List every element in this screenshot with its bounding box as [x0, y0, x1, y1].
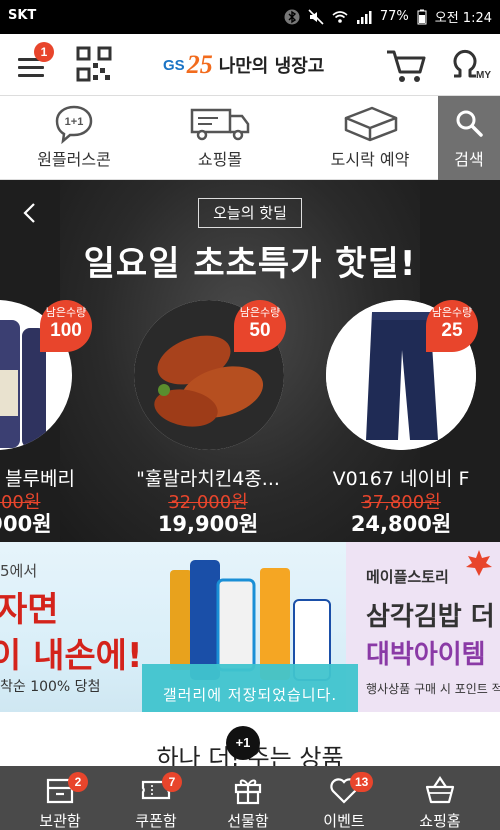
- bluetooth-icon: [284, 9, 300, 24]
- qr-code-button[interactable]: [76, 46, 112, 82]
- bottom-nav-label: 이벤트: [323, 812, 365, 830]
- banner-maplestory[interactable]: 메이플스토리 삼각김밥 더 대박아이템 행사상품 구매 시 포인트 적: [346, 542, 500, 712]
- logo-25: 25: [186, 50, 213, 79]
- product-new-price: 19,900원: [157, 512, 259, 536]
- bottom-nav-gifts[interactable]: 선물함: [198, 766, 298, 830]
- banner-left-line4: 착순 100% 당첨: [0, 679, 101, 695]
- status-icons: 77% 오전 1:24: [284, 7, 492, 26]
- coupons-badge: 7: [162, 772, 182, 792]
- qr-code-icon: [76, 46, 112, 82]
- nav-shopping-mall[interactable]: 쇼핑몰: [168, 96, 272, 180]
- svg-text:1+1: 1+1: [65, 116, 84, 128]
- hot-deal-title: 일요일 초초특가 핫딜!: [83, 244, 417, 284]
- menu-icon-bar: [18, 66, 44, 69]
- nav-lunchbox-reservation[interactable]: 도시락 예약: [318, 96, 422, 180]
- banner-right-line2: 삼각김밥 더: [366, 602, 495, 632]
- nav-label: 원플러스콘: [37, 150, 111, 169]
- cart-icon: [387, 50, 426, 82]
- app-root: SKT 77% 오전 1:24 1 GS 25 나만의 냉장고 MY 1+1 원…: [0, 0, 500, 830]
- bottom-nav-label: 보관함: [39, 812, 81, 830]
- nav-one-plus-con[interactable]: 1+1 원플러스콘: [22, 96, 126, 180]
- nav-label: 쇼핑몰: [197, 150, 243, 169]
- banner-left-line2: 자면: [0, 590, 59, 630]
- banner-right-line1: 메이플스토리: [366, 568, 449, 586]
- storage-badge: 2: [68, 772, 88, 792]
- status-bar: SKT 77% 오전 1:24: [0, 0, 500, 34]
- shopping-basket-icon: [425, 776, 455, 804]
- banner-right-line4: 행사상품 구매 시 포인트 적: [366, 682, 500, 696]
- quick-nav: 1+1 원플러스콘 쇼핑몰 도시락 예약: [0, 96, 500, 180]
- search-icon: [456, 110, 483, 137]
- cart-button[interactable]: [384, 46, 428, 84]
- carrier-label: SKT: [8, 8, 37, 23]
- bottom-nav-coupons[interactable]: 7 쿠폰함: [106, 766, 206, 830]
- signal-icon: [356, 10, 372, 24]
- hot-deal-product[interactable]: 남은수량 100 블루베리 800원 900원: [0, 300, 92, 540]
- app-logo[interactable]: GS 25 나만의 냉장고: [163, 48, 324, 82]
- remain-badge: 남은수량 100: [40, 300, 92, 352]
- remain-label: 남은수량: [45, 306, 87, 319]
- remain-label: 남은수량: [431, 306, 473, 319]
- battery-icon: [417, 9, 427, 24]
- bottom-nav-label: 쿠폰함: [135, 812, 177, 830]
- hot-deal-product[interactable]: 남은수량 50 "훌랄라치킨4종... 32,000원 19,900원: [118, 300, 288, 540]
- hot-deal-tag: 오늘의 핫딜: [198, 198, 302, 228]
- my-label: MY: [476, 70, 491, 81]
- bottom-nav-storage[interactable]: 2 보관함: [10, 766, 110, 830]
- battery-percent: 77%: [379, 9, 409, 24]
- bottom-nav-shopping-home[interactable]: 쇼핑홈: [390, 766, 490, 830]
- product-name: V0167 네이비 F: [332, 468, 470, 490]
- remain-label: 남은수량: [239, 306, 281, 319]
- banner-left-line1: 5에서: [0, 562, 38, 580]
- remain-badge: 남은수량 50: [234, 300, 286, 352]
- banner-left-line3: 이 내손에!: [0, 636, 143, 676]
- remain-count: 50: [249, 320, 271, 341]
- remain-badge: 남은수량 25: [426, 300, 478, 352]
- product-name: "훌랄라치킨4종...: [136, 468, 280, 490]
- one-plus-one-icon: 1+1: [55, 105, 93, 144]
- gift-icon: [234, 779, 262, 805]
- mute-icon: [308, 8, 324, 25]
- menu-button[interactable]: 1: [14, 42, 54, 82]
- banner-right-line3: 대박아이템: [366, 640, 486, 670]
- clock: 오전 1:24: [434, 11, 492, 26]
- nav-label: 도시락 예약: [330, 150, 410, 169]
- wifi-icon: [332, 10, 348, 23]
- product-new-price: 900원: [0, 512, 52, 536]
- bottom-nav-events[interactable]: 13 이벤트: [294, 766, 394, 830]
- product-name: 블루베리: [5, 468, 75, 490]
- bottom-nav: 2 보관함 7 쿠폰함 선물함 13 이벤트 쇼핑홈: [0, 766, 500, 830]
- product-new-price: 24,800원: [350, 512, 452, 536]
- chevron-left-icon: [23, 203, 35, 223]
- remain-count: 25: [441, 320, 463, 341]
- events-badge: 13: [350, 772, 374, 792]
- menu-icon-bar: [18, 74, 44, 77]
- app-header: 1 GS 25 나만의 냉장고 MY: [0, 34, 500, 96]
- menu-badge: 1: [34, 42, 54, 62]
- plus-one-badge: +1: [226, 726, 260, 760]
- search-label: 검색: [454, 150, 484, 169]
- bottom-nav-label: 선물함: [227, 812, 269, 830]
- maple-leaf-icon: [466, 550, 492, 576]
- my-page-button[interactable]: MY: [448, 46, 492, 84]
- prev-arrow-button[interactable]: [22, 202, 44, 228]
- lunchbox-icon: [344, 106, 398, 142]
- logo-gs: GS: [163, 56, 185, 74]
- delivery-truck-icon: [190, 108, 250, 141]
- hot-deal-product[interactable]: 남은수량 25 V0167 네이비 F 37,800원 24,800원: [316, 300, 486, 540]
- bottom-nav-label: 쇼핑홈: [419, 812, 461, 830]
- logo-name: 나만의 냉장고: [218, 56, 325, 77]
- search-button[interactable]: 검색: [438, 96, 500, 180]
- remain-count: 100: [50, 320, 82, 341]
